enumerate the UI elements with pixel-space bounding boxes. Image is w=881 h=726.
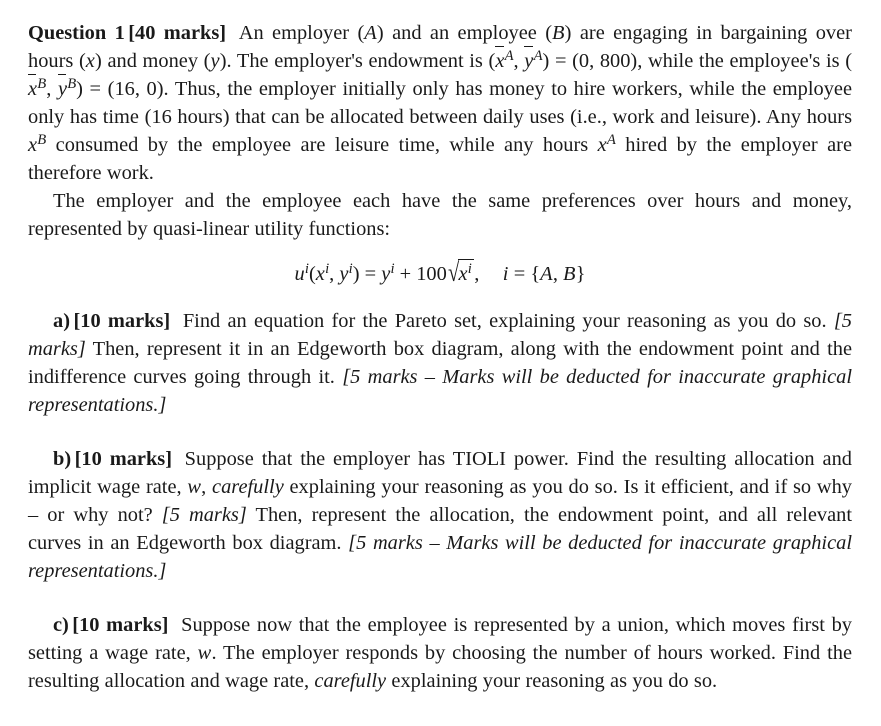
x-B-superscript: B <box>37 131 47 148</box>
wage-rate-w-symbol-c: w <box>197 642 212 664</box>
endowment-A-y-bar: yA <box>523 45 543 72</box>
equation-coefficient-100: 100 <box>416 263 447 285</box>
equation-trailing-comma: , <box>474 263 480 285</box>
intro-text-4: ) and money ( <box>95 50 211 72</box>
intro-text-8: consumed by the employee are leisure tim… <box>46 134 598 156</box>
part-b-text-2: , <box>201 476 213 498</box>
part-b-emphasis-carefully: carefully <box>212 476 284 498</box>
question-intro-paragraph: Question 1 [40 marks] An employer (A) and … <box>27 19 853 187</box>
endowment-A-x-bar: xA <box>494 45 514 72</box>
document-page: Question 1 [40 marks] An employer (A) and … <box>0 0 881 726</box>
endowment-A-comma: , <box>513 50 525 72</box>
endowment-B-y-superscript: B <box>67 75 77 92</box>
equation-y: yi <box>339 260 353 285</box>
part-c-text-3: explaining your reasoning as you do so. <box>386 670 718 692</box>
part-a-marks: [10 marks] <box>73 310 171 332</box>
equation-set-A: A <box>540 263 553 285</box>
equation-close-equals: ) = <box>352 263 382 285</box>
intro-text-6: , while the employee's is ( <box>637 50 853 72</box>
part-a-text-1: Find an equation for the Pareto set, exp… <box>182 310 834 332</box>
equation-set-B: B <box>563 263 576 285</box>
x-A-symbol: xA <box>597 131 616 156</box>
endowment-B-y-bar: yB <box>57 73 77 100</box>
wage-rate-w-symbol-b: w <box>187 476 202 498</box>
endowment-B-value: ) = (16, 0) <box>76 78 164 100</box>
part-a-label: a) <box>53 310 70 332</box>
part-b-marks-inline-1: [5 marks] <box>161 504 247 526</box>
equation-x: xi <box>315 260 330 285</box>
part-c-label: c) <box>53 614 69 636</box>
equation-open-paren: ( <box>309 263 316 285</box>
part-c-marks: [10 marks] <box>72 614 169 636</box>
part-b-marks: [10 marks] <box>74 448 173 470</box>
equation-square-root: √xi <box>447 259 475 289</box>
variable-x-symbol: x <box>85 50 96 72</box>
equation-set-comma: , <box>552 263 564 285</box>
equation-y-rhs: yi <box>381 260 395 285</box>
part-b-label: b) <box>53 448 72 470</box>
utility-function-equation: ui(xi, yi) = yi + 100√xi, i = {A, B} <box>28 259 852 289</box>
equation-index-equals: = { <box>508 263 541 285</box>
part-c-paragraph: c) [10 marks] Suppose now that the employe… <box>28 611 852 695</box>
question-text-block: Question 1 [40 marks] An employer (A) and … <box>27 19 853 695</box>
part-c-emphasis-carefully: carefully <box>314 670 387 692</box>
variable-y-symbol: y <box>210 50 220 72</box>
endowment-B-x-superscript: B <box>37 75 47 92</box>
endowment-A-value: ) = (0, 800) <box>542 50 638 72</box>
intro-text-1: An employer ( <box>238 22 365 44</box>
endowment-A-x-superscript: A <box>504 47 514 64</box>
agent-A-symbol: A <box>364 22 377 44</box>
equation-set-close: } <box>575 263 586 285</box>
agent-B-symbol: B <box>552 22 565 44</box>
question-heading-marks: [40 marks] <box>128 22 227 44</box>
preferences-paragraph: The employer and the employee each have … <box>28 190 852 240</box>
question-heading-title: Question 1 <box>28 22 125 44</box>
equation-u: ui <box>294 260 309 285</box>
intro-text-2: ) and an employee ( <box>376 22 552 44</box>
endowment-A-y-superscript: A <box>533 47 543 64</box>
x-B-symbol: xB <box>28 131 47 156</box>
part-b-paragraph: b) [10 marks] Suppose that the employer ha… <box>28 445 852 585</box>
equation-comma-1: , <box>329 263 340 285</box>
endowment-B-x-bar: xB <box>27 73 47 100</box>
intro-text-5: ). The employer's endowment is ( <box>219 50 496 72</box>
part-a-paragraph: a) [10 marks] Find an equation for the Par… <box>28 307 852 419</box>
endowment-B-comma: , <box>46 78 58 100</box>
x-A-superscript: A <box>606 131 616 148</box>
equation-plus: + <box>394 263 417 285</box>
